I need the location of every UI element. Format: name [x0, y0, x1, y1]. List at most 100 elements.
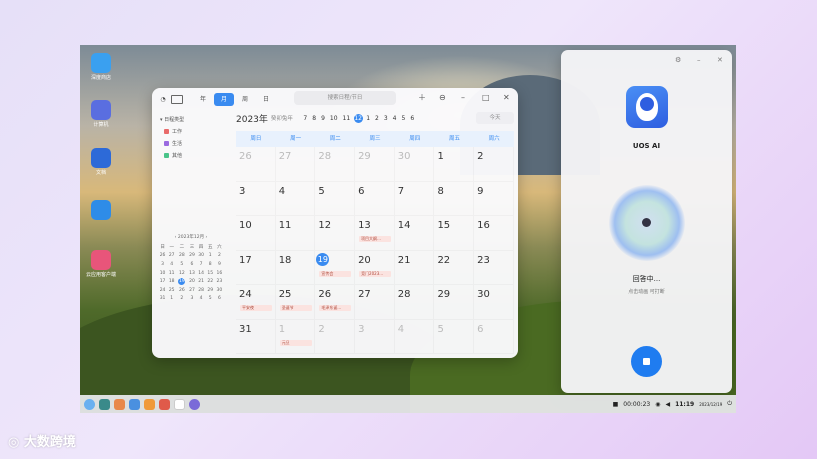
month-item[interactable]: 2 — [375, 114, 379, 123]
day-cell[interactable]: 21 — [395, 251, 435, 286]
day-cell[interactable]: 4 — [276, 182, 316, 217]
event-chip[interactable]: 项目大纲... — [359, 236, 392, 242]
day-cell[interactable]: 14 — [395, 216, 435, 251]
day-cell[interactable]: 3 — [355, 320, 395, 355]
mini-day[interactable]: 8 — [206, 260, 215, 269]
desktop-icon[interactable]: 文档 — [85, 148, 117, 176]
mini-day[interactable]: 1 — [206, 252, 215, 261]
day-cell[interactable]: 28 — [315, 147, 355, 182]
mini-day[interactable]: 29 — [206, 286, 215, 295]
view-tab[interactable]: 周 — [235, 93, 255, 106]
mini-day[interactable]: 2 — [176, 295, 187, 304]
day-cell[interactable]: 4 — [395, 320, 435, 355]
settings-icon[interactable]: ⚙ — [675, 56, 681, 64]
day-cell[interactable]: 28 — [395, 285, 435, 320]
day-cell[interactable]: 7 — [395, 182, 435, 217]
day-cell[interactable]: 15 — [434, 216, 474, 251]
month-item[interactable]: 12 — [353, 113, 363, 123]
sound-icon[interactable]: ◀ — [665, 401, 670, 408]
day-cell[interactable]: 26 — [236, 147, 276, 182]
event-type-item[interactable]: 工作 — [164, 128, 220, 135]
day-cell[interactable]: 29 — [355, 147, 395, 182]
desktop-icon[interactable]: 计算机 — [85, 100, 117, 128]
event-chip[interactable]: 毛泽东诞... — [319, 305, 352, 311]
month-item[interactable]: 4 — [393, 114, 397, 123]
mini-day[interactable]: 10 — [158, 269, 167, 278]
clock-time[interactable]: 11:19 — [675, 401, 694, 408]
mini-day[interactable]: 5 — [176, 260, 187, 269]
mini-day[interactable]: 2 — [215, 252, 224, 261]
mini-day[interactable]: 7 — [197, 260, 206, 269]
month-item[interactable]: 7 — [303, 114, 307, 123]
day-cell[interactable]: 24 平安夜 — [236, 285, 276, 320]
mini-day[interactable]: 3 — [158, 260, 167, 269]
month-item[interactable]: 9 — [321, 114, 325, 123]
day-cell[interactable]: 1 — [434, 147, 474, 182]
add-event-icon[interactable]: ＋ — [418, 93, 426, 103]
close-icon[interactable]: ✕ — [503, 93, 510, 103]
mini-day[interactable]: 9 — [215, 260, 224, 269]
record-icon[interactable]: ■ — [613, 401, 619, 408]
desktop-icon[interactable]: 云应用客户端 — [85, 250, 117, 278]
day-cell[interactable]: 31 — [236, 320, 276, 355]
event-type-checkbox[interactable] — [164, 153, 169, 158]
mini-day[interactable]: 17 — [158, 277, 167, 286]
month-item[interactable]: 6 — [410, 114, 414, 123]
browser-icon[interactable] — [144, 398, 155, 410]
mini-day[interactable]: 14 — [197, 269, 206, 278]
mini-day[interactable]: 31 — [158, 295, 167, 304]
mini-day[interactable]: 27 — [187, 286, 196, 295]
file-manager-icon[interactable] — [129, 398, 140, 410]
day-cell[interactable]: 2 — [474, 147, 514, 182]
mini-day[interactable]: 26 — [158, 252, 167, 261]
minimize-icon[interactable]: – — [697, 56, 701, 64]
maximize-icon[interactable]: □ — [482, 93, 490, 103]
minimize-icon[interactable]: – — [461, 93, 465, 103]
day-cell[interactable]: 11 — [276, 216, 316, 251]
calendar-taskbar-icon[interactable] — [174, 398, 185, 410]
stop-button[interactable] — [631, 346, 662, 377]
day-cell[interactable]: 5 — [315, 182, 355, 217]
day-cell[interactable]: 10 — [236, 216, 276, 251]
mini-day[interactable]: 23 — [215, 277, 224, 286]
mini-day[interactable]: 28 — [176, 252, 187, 261]
view-tab[interactable]: 日 — [256, 93, 276, 106]
event-chip[interactable]: 元旦 — [279, 339, 312, 346]
mini-day[interactable]: 24 — [158, 286, 167, 295]
event-type-item[interactable]: 生活 — [164, 140, 220, 147]
month-item[interactable]: 10 — [330, 114, 338, 123]
day-cell[interactable]: 8 — [434, 182, 474, 217]
power-icon[interactable]: ⏻ — [727, 400, 732, 408]
day-cell[interactable]: 6 — [355, 182, 395, 217]
day-cell[interactable]: 16 — [474, 216, 514, 251]
view-tab[interactable]: 月 — [214, 92, 234, 106]
mini-day[interactable]: 4 — [167, 260, 176, 269]
mini-day[interactable]: 19 — [176, 277, 187, 286]
mini-day[interactable]: 26 — [176, 286, 187, 295]
day-cell[interactable]: 5 — [434, 320, 474, 355]
month-item[interactable]: 3 — [384, 114, 388, 123]
uos-ai-taskbar-icon[interactable] — [189, 398, 200, 410]
mini-day[interactable]: 6 — [187, 260, 196, 269]
desktop-icon[interactable]: 深度商店 — [85, 53, 117, 81]
day-cell[interactable]: 27 — [355, 285, 395, 320]
mini-day[interactable]: 20 — [187, 277, 196, 286]
day-cell[interactable]: 9 — [474, 182, 514, 217]
day-cell[interactable]: 30 — [395, 147, 435, 182]
day-cell[interactable]: 3 — [236, 182, 276, 217]
mini-day[interactable]: 28 — [197, 286, 206, 295]
day-cell[interactable]: 6 — [474, 320, 514, 355]
day-cell[interactable]: 29 — [434, 285, 474, 320]
month-item[interactable]: 5 — [402, 114, 406, 123]
event-chip[interactable]: 竞门2023... — [359, 270, 392, 277]
event-type-item[interactable]: 其他 — [164, 152, 220, 159]
event-chip[interactable]: 平安夜 — [240, 305, 272, 311]
day-cell[interactable]: 13 项目大纲... — [355, 216, 395, 251]
day-cell[interactable]: 23 — [474, 251, 514, 286]
multitask-icon[interactable] — [99, 398, 110, 410]
mini-day[interactable]: 30 — [215, 286, 224, 295]
mini-day[interactable]: 5 — [206, 295, 215, 304]
mini-day[interactable]: 15 — [206, 269, 215, 278]
sidebar-toggle-icon[interactable] — [171, 94, 183, 104]
today-button[interactable]: 今天 — [476, 112, 514, 124]
